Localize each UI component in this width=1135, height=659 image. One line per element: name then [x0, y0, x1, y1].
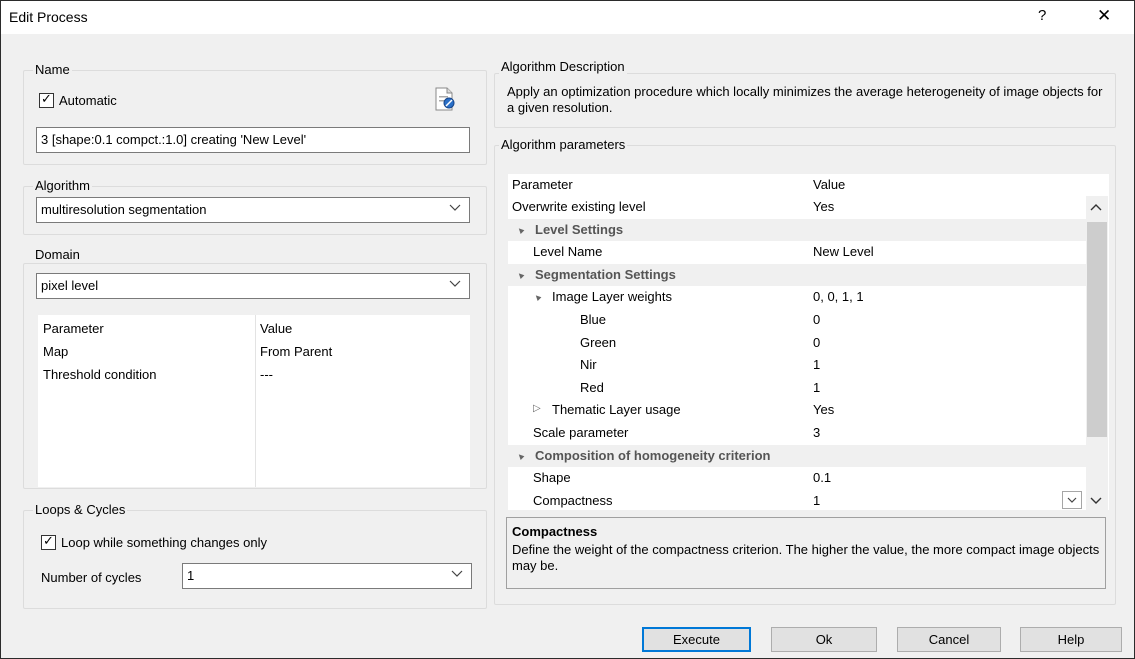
parameter-name: Composition of homogeneity criterion — [535, 447, 771, 463]
name-input[interactable]: 3 [shape:0.1 compct.:1.0] creating 'New … — [36, 127, 470, 153]
automatic-checkbox[interactable]: ✓ — [39, 91, 54, 108]
parameter-value[interactable]: 1 — [813, 357, 820, 372]
chevron-down-icon — [449, 204, 461, 211]
parameter-section-row[interactable]: ▲ Composition of homogeneity criterion — [508, 444, 1086, 467]
parameter-name: Level Name — [533, 244, 603, 260]
table-row-param[interactable]: Map — [43, 344, 68, 359]
parameter-value[interactable]: 0, 0, 1, 1 — [813, 289, 864, 304]
parameter-row[interactable]: ▷ Thematic Layer usage Yes — [508, 399, 1086, 421]
parameter-value[interactable]: 1 — [813, 380, 820, 395]
parameter-name: Red — [580, 379, 604, 395]
parameter-name: Green — [580, 334, 617, 350]
parameter-name: Image Layer weights — [552, 289, 672, 305]
execute-button[interactable]: Execute — [642, 627, 751, 652]
ok-button[interactable]: Ok — [771, 627, 877, 652]
parameter-value[interactable]: 1 — [813, 493, 820, 508]
check-icon: ✓ — [41, 91, 52, 106]
chevron-down-icon — [451, 570, 463, 577]
parameter-name: Overwrite existing level — [512, 199, 646, 214]
column-header-parameter: Parameter — [512, 177, 573, 192]
help-button[interactable]: ? — [1038, 7, 1046, 24]
column-header-value: Value — [813, 177, 846, 192]
parameter-row[interactable]: Level Name New Level — [508, 241, 1086, 263]
algorithm-description: Apply an optimization procedure which lo… — [507, 84, 1103, 115]
help-title: Compactness — [512, 524, 598, 539]
parameter-value[interactable]: 0 — [813, 335, 820, 350]
parameter-name: Scale parameter — [533, 425, 629, 440]
parameter-name: Level Settings — [535, 221, 624, 237]
parameter-row[interactable]: Nir 1 — [508, 354, 1086, 376]
edit-document-icon[interactable] — [433, 87, 457, 111]
parameter-value[interactable]: Yes — [813, 199, 834, 214]
algorithm-select[interactable]: multiresolution segmentation — [36, 197, 470, 223]
title-bar: Edit Process ? ✕ — [1, 1, 1134, 34]
help-text: Define the weight of the compactness cri… — [512, 542, 1100, 573]
collapse-triangle-icon[interactable]: ▲ — [514, 268, 527, 281]
parameter-name: Blue — [580, 312, 607, 327]
parameter-name: Compactness — [533, 492, 613, 508]
collapse-triangle-icon[interactable]: ▲ — [531, 291, 544, 304]
parameter-row[interactable]: Scale parameter 3 — [508, 422, 1086, 444]
column-header-parameter: Parameter — [43, 321, 104, 336]
close-button[interactable]: ✕ — [1097, 6, 1111, 26]
algorithm-group-label: Algorithm — [33, 178, 92, 193]
column-divider — [255, 315, 256, 487]
help-button-bottom[interactable]: Help — [1020, 627, 1122, 652]
edit-process-dialog: Edit Process ? ✕ Name ✓ Automatic 3 [sha… — [0, 0, 1135, 659]
compactness-dropdown-button[interactable] — [1062, 491, 1082, 509]
check-icon: ✓ — [43, 533, 54, 548]
parameter-row[interactable]: ▲ Image Layer weights 0, 0, 1, 1 — [508, 286, 1086, 308]
scroll-up-icon[interactable] — [1090, 202, 1102, 212]
chevron-down-icon — [1067, 497, 1077, 503]
parameter-value[interactable]: Yes — [813, 402, 834, 417]
parameter-help-box: Compactness Define the weight of the com… — [506, 517, 1106, 589]
parameter-row[interactable]: Green 0 — [508, 332, 1086, 354]
scrollbar-thumb[interactable] — [1087, 222, 1107, 437]
dialog-title: Edit Process — [9, 9, 88, 25]
chevron-down-icon — [449, 280, 461, 287]
cycles-label: Number of cycles — [41, 570, 142, 585]
parameter-name: Nir — [580, 357, 597, 373]
parameter-name: Segmentation Settings — [535, 266, 676, 282]
loops-group-label: Loops & Cycles — [33, 502, 128, 517]
table-header-row: Parameter Value — [508, 174, 1109, 196]
cycles-select[interactable]: 1 — [182, 563, 472, 589]
collapse-triangle-icon[interactable]: ▲ — [514, 223, 527, 236]
loops-group — [23, 510, 487, 609]
parameter-name: Thematic Layer usage — [552, 402, 681, 418]
domain-group-label: Domain — [33, 247, 82, 262]
parameter-section-row[interactable]: ▲ Level Settings — [508, 218, 1086, 241]
parameter-row[interactable]: Compactness 1 — [508, 490, 1086, 510]
algorithm-parameters-table: Parameter Value Overwrite existing level… — [508, 174, 1109, 510]
cancel-button[interactable]: Cancel — [897, 627, 1001, 652]
automatic-label: Automatic — [59, 93, 117, 108]
domain-parameter-table: Parameter Value Map From Parent Threshol… — [38, 315, 470, 487]
expand-triangle-icon[interactable]: ▷ — [533, 403, 541, 414]
table-row-value[interactable]: --- — [260, 367, 273, 382]
table-row-param[interactable]: Threshold condition — [43, 367, 156, 382]
loop-label: Loop while something changes only — [61, 535, 267, 550]
parameter-row[interactable]: Red 1 — [508, 377, 1086, 399]
parameter-row[interactable]: Shape 0.1 — [508, 467, 1086, 489]
description-group-label: Algorithm Description — [499, 59, 627, 74]
parameter-name: Shape — [533, 470, 571, 486]
parameter-value[interactable]: 0.1 — [813, 470, 831, 485]
loop-checkbox[interactable]: ✓ — [41, 533, 56, 550]
column-header-value: Value — [260, 321, 293, 336]
parameter-section-row[interactable]: ▲ Segmentation Settings — [508, 263, 1086, 286]
parameter-row[interactable]: Blue 0 — [508, 309, 1086, 331]
parameter-value[interactable]: New Level — [813, 244, 874, 259]
parameter-value[interactable]: 3 — [813, 425, 820, 440]
scroll-down-icon[interactable] — [1090, 496, 1102, 506]
name-group-label: Name — [33, 62, 72, 77]
table-row-value[interactable]: From Parent — [260, 344, 332, 359]
params-group-label: Algorithm parameters — [499, 137, 628, 152]
parameter-value[interactable]: 0 — [813, 312, 820, 327]
domain-select[interactable]: pixel level — [36, 273, 470, 299]
collapse-triangle-icon[interactable]: ▲ — [514, 449, 527, 462]
parameter-row[interactable]: Overwrite existing level Yes — [508, 196, 1086, 218]
